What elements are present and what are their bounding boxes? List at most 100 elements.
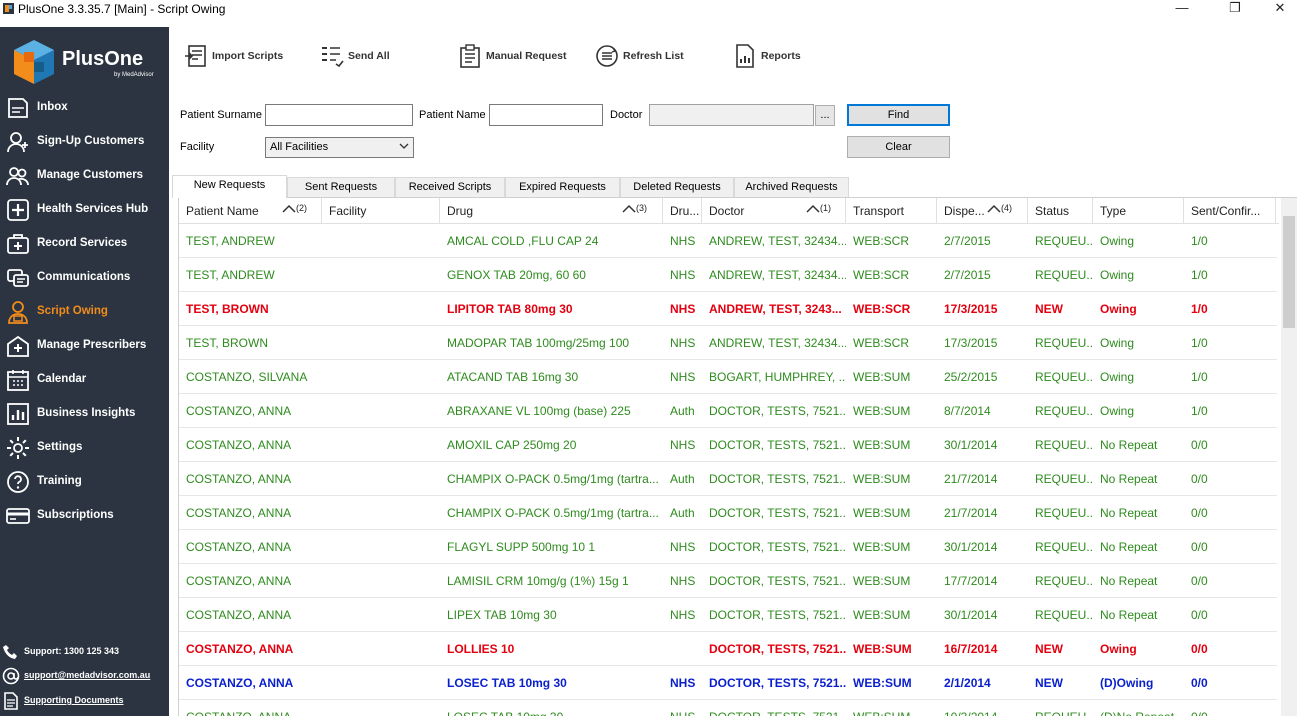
patient-surname-input[interactable] xyxy=(265,104,413,126)
cell-doctor: ANDREW, TEST, 32434... xyxy=(709,234,846,248)
table-row[interactable]: COSTANZO, ANNA AMOXIL CAP 250mg 20 NHS DOCT… xyxy=(179,428,1277,462)
cell-sent-confirmed: 0/0 xyxy=(1191,608,1208,622)
close-button[interactable]: ✕ xyxy=(1257,0,1297,18)
table-row[interactable]: COSTANZO, SILVANA ATACAND TAB 16mg 30 NHS B… xyxy=(179,360,1277,394)
calendar-icon xyxy=(7,370,29,391)
sidebar-item-sign-up[interactable]: Sign-Up Customers xyxy=(0,125,169,159)
cell-patient-name: COSTANZO, ANNA xyxy=(179,700,322,716)
column-header-doctor[interactable]: Doctor (1) xyxy=(702,198,846,224)
cell-transport: WEB:SUM xyxy=(853,540,911,554)
cell-sent-confirmed: 1/0 xyxy=(1191,234,1208,248)
doctor-browse-button[interactable]: ... xyxy=(815,105,835,126)
reports-button[interactable]: Reports xyxy=(733,44,813,70)
cell-sent-confirmed: 1/0 xyxy=(1191,302,1208,316)
grid-vertical-scrollbar[interactable] xyxy=(1281,198,1297,716)
table-row[interactable]: COSTANZO, ANNA LOLLIES 10 DOCTOR, TESTS, 7… xyxy=(179,632,1277,666)
manual-request-button[interactable]: Manual Request xyxy=(458,44,578,70)
sidebar-item-training[interactable]: Training xyxy=(0,465,169,499)
cell-facility xyxy=(322,666,440,699)
find-button[interactable]: Find xyxy=(847,104,950,126)
tab-sent-requests[interactable]: Sent Requests xyxy=(287,177,395,197)
table-row[interactable]: TEST, BROWN MADOPAR TAB 100mg/25mg 100 NHS… xyxy=(179,326,1277,360)
sidebar-item-manage-prescribers[interactable]: Manage Prescribers xyxy=(0,329,169,363)
table-row[interactable]: COSTANZO, ANNA LIPEX TAB 10mg 30 NHS DOCTOR… xyxy=(179,598,1277,632)
doctor-input[interactable] xyxy=(649,104,814,126)
inbox-icon xyxy=(8,98,28,118)
table-row[interactable]: TEST, BROWN LIPITOR TAB 80mg 30 NHS ANDREW,… xyxy=(179,292,1277,326)
cell-drug-type: Auth xyxy=(670,404,695,418)
cell-transport: WEB:SCR xyxy=(853,234,910,248)
column-header-drug-type[interactable]: Dru... xyxy=(663,198,702,224)
supporting-documents-link[interactable]: Supporting Documents xyxy=(0,690,169,714)
cell-drug-type: NHS xyxy=(670,336,696,350)
patient-name-input[interactable] xyxy=(489,104,603,126)
cell-sent-confirmed: 1/0 xyxy=(1191,404,1208,418)
column-header-sent-confirmed[interactable]: Sent/Confir... xyxy=(1184,198,1276,224)
table-row[interactable]: COSTANZO, ANNA LAMISIL CRM 10mg/g (1%) 15… xyxy=(179,564,1277,598)
table-row[interactable]: COSTANZO, ANNA ABRAXANE VL 100mg (base) 2… xyxy=(179,394,1277,428)
sidebar-item-manage-customers[interactable]: Manage Customers xyxy=(0,159,169,193)
table-row[interactable]: COSTANZO, ANNALOSEC TAB 10mg 30NHSDOCTOR… xyxy=(179,666,1277,700)
sidebar-item-health-hub[interactable]: Health Services Hub xyxy=(0,193,169,227)
tab-received-scripts[interactable]: Received Scripts xyxy=(395,177,505,197)
sidebar-item-record-services[interactable]: Record Services xyxy=(0,227,169,261)
cell-type: No Repeat xyxy=(1100,506,1158,520)
table-row[interactable]: COSTANZO, ANNALOSEC TAB 10mg 30NHSDOCTOR… xyxy=(179,700,1277,716)
column-header-patient-name[interactable]: Patient Name (2) xyxy=(179,198,322,224)
app-icon xyxy=(3,3,14,14)
sidebar-item-label: Sign-Up Customers xyxy=(37,135,145,147)
cell-type: No Repeat xyxy=(1100,574,1158,588)
cell-doctor: ANDREW, TEST, 3243... xyxy=(709,302,842,316)
cell-sent-confirmed: 1/0 xyxy=(1191,336,1208,350)
table-row[interactable]: TEST, ANDREW GENOX TAB 20mg, 60 60 NHS ANDR… xyxy=(179,258,1277,292)
clipboard-icon xyxy=(460,44,480,68)
scrollbar-thumb[interactable] xyxy=(1283,216,1295,328)
help-icon xyxy=(7,471,29,493)
sidebar-item-communications[interactable]: Communications xyxy=(0,261,169,295)
minimize-button[interactable]: — xyxy=(1159,0,1205,18)
refresh-list-button[interactable]: Refresh List xyxy=(595,44,695,70)
cell-facility xyxy=(322,564,440,597)
sidebar-item-business-insights[interactable]: Business Insights xyxy=(0,397,169,431)
column-header-dispensed[interactable]: Dispe... (4) xyxy=(937,198,1028,224)
tab-new-requests[interactable]: New Requests xyxy=(172,175,287,198)
sidebar-item-label: Script Owing xyxy=(37,305,108,317)
tab-archived-requests[interactable]: Archived Requests xyxy=(734,177,849,197)
cell-facility xyxy=(322,598,440,631)
column-header-facility[interactable]: Facility xyxy=(322,198,440,224)
cell-doctor: DOCTOR, TESTS, 7521... xyxy=(709,404,846,418)
clear-button[interactable]: Clear xyxy=(847,136,950,158)
table-row[interactable]: COSTANZO, ANNA FLAGYL SUPP 500mg 10 1 NHS D… xyxy=(179,530,1277,564)
sidebar-item-calendar[interactable]: Calendar xyxy=(0,363,169,397)
cell-sent-confirmed: 0/0 xyxy=(1191,438,1208,452)
cell-dispensed: 8/7/2014 xyxy=(944,404,991,418)
sidebar-item-inbox[interactable]: Inbox xyxy=(0,91,169,125)
cell-dispensed: 10/3/2014 xyxy=(937,700,1028,716)
phone-icon xyxy=(3,645,17,659)
sidebar-item-script-owing[interactable]: Script Owing xyxy=(0,295,169,329)
table-row[interactable]: COSTANZO, ANNA CHAMPIX O-PACK 0.5mg/1mg (… xyxy=(179,496,1277,530)
sidebar-item-settings[interactable]: Settings xyxy=(0,431,169,465)
cell-dispensed: 25/2/2015 xyxy=(944,370,998,384)
cell-drug: LOSEC TAB 10mg 30 xyxy=(447,676,567,690)
column-header-status[interactable]: Status xyxy=(1028,198,1093,224)
maximize-button[interactable]: ❐ xyxy=(1212,0,1258,18)
column-header-type[interactable]: Type xyxy=(1093,198,1184,224)
cell-transport: WEB:SCR xyxy=(853,336,910,350)
tab-expired-requests[interactable]: Expired Requests xyxy=(505,177,620,197)
sidebar-item-label: Manage Prescribers xyxy=(37,339,147,351)
tab-deleted-requests[interactable]: Deleted Requests xyxy=(620,177,734,197)
cell-doctor: DOCTOR, TESTS, 7521... xyxy=(709,676,846,690)
send-all-button[interactable]: Send All xyxy=(320,44,400,70)
facility-select[interactable]: All Facilities xyxy=(265,137,414,158)
table-row[interactable]: COSTANZO, ANNA CHAMPIX O-PACK 0.5mg/1mg (… xyxy=(179,462,1277,496)
column-header-drug[interactable]: Drug (3) xyxy=(440,198,663,224)
column-header-transport[interactable]: Transport xyxy=(846,198,937,224)
cell-doctor: ANDREW, TEST, 32434... xyxy=(709,336,846,350)
cell-drug-type: NHS xyxy=(670,676,696,690)
table-row[interactable]: TEST, ANDREW AMCAL COLD ,FLU CAP 24 NHS AND… xyxy=(179,224,1277,258)
sidebar-item-subscriptions[interactable]: Subscriptions xyxy=(0,499,169,533)
support-email[interactable]: support@medadvisor.com.au xyxy=(0,665,169,689)
cell-status: REQUEU... xyxy=(1035,234,1093,248)
import-scripts-button[interactable]: Import Scripts xyxy=(184,44,294,70)
